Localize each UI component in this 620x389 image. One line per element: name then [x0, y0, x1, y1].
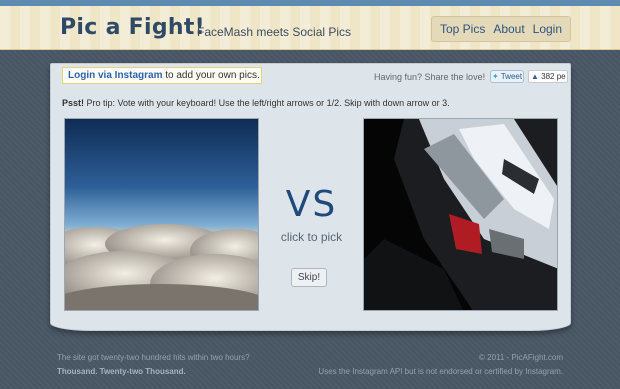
footer-copyright: © 2011 - PicAFight.com [479, 353, 563, 362]
footer-disclaimer: Uses the Instagram API but is not endors… [318, 367, 563, 376]
thumbs-up-icon: ▲ [531, 72, 539, 81]
login-instagram-link[interactable]: Login via Instagram [68, 70, 162, 81]
like-button[interactable]: ▲ 382 pe [528, 70, 568, 83]
tagline: FaceMash meets Social Pics [197, 25, 352, 39]
pro-tip: Psst! Pro tip: Vote with your keyboard! … [62, 98, 450, 108]
skip-button[interactable]: Skip! [291, 268, 327, 287]
login-prompt-text: to add your own pics. [162, 70, 260, 81]
photo-right-car[interactable] [363, 118, 558, 311]
header: Pic a Fight! FaceMash meets Social Pics … [0, 6, 620, 50]
nav-about[interactable]: About [493, 22, 524, 36]
pro-tip-text: Pro tip: Vote with your keyboard! Use th… [84, 98, 450, 108]
main-nav: Top Pics About Login [431, 16, 571, 42]
share-text: Having fun? Share the love! [374, 72, 486, 82]
login-prompt: Login via Instagram to add your own pics… [62, 67, 262, 84]
voting-panel: Login via Instagram to add your own pics… [50, 63, 571, 331]
pro-tip-label: Psst! [62, 98, 85, 108]
car-image [364, 119, 557, 310]
footer-hits-line: The site got twenty-two hundred hits wit… [57, 353, 250, 362]
bird-icon: ✦ [491, 72, 499, 81]
tweet-label: Tweet [500, 72, 523, 81]
footer-right: © 2011 - PicAFight.com Uses the Instagra… [300, 351, 563, 379]
footer-left: The site got twenty-two hundred hits wit… [57, 351, 250, 379]
footer-punchline: Thousand. Twenty-two Thousand. [57, 367, 186, 376]
site-logo[interactable]: Pic a Fight! [60, 15, 205, 40]
tweet-button[interactable]: ✦ Tweet [490, 70, 524, 83]
like-count: 382 pe [541, 72, 566, 81]
nav-login[interactable]: Login [533, 22, 562, 36]
nav-top-pics[interactable]: Top Pics [440, 22, 485, 36]
